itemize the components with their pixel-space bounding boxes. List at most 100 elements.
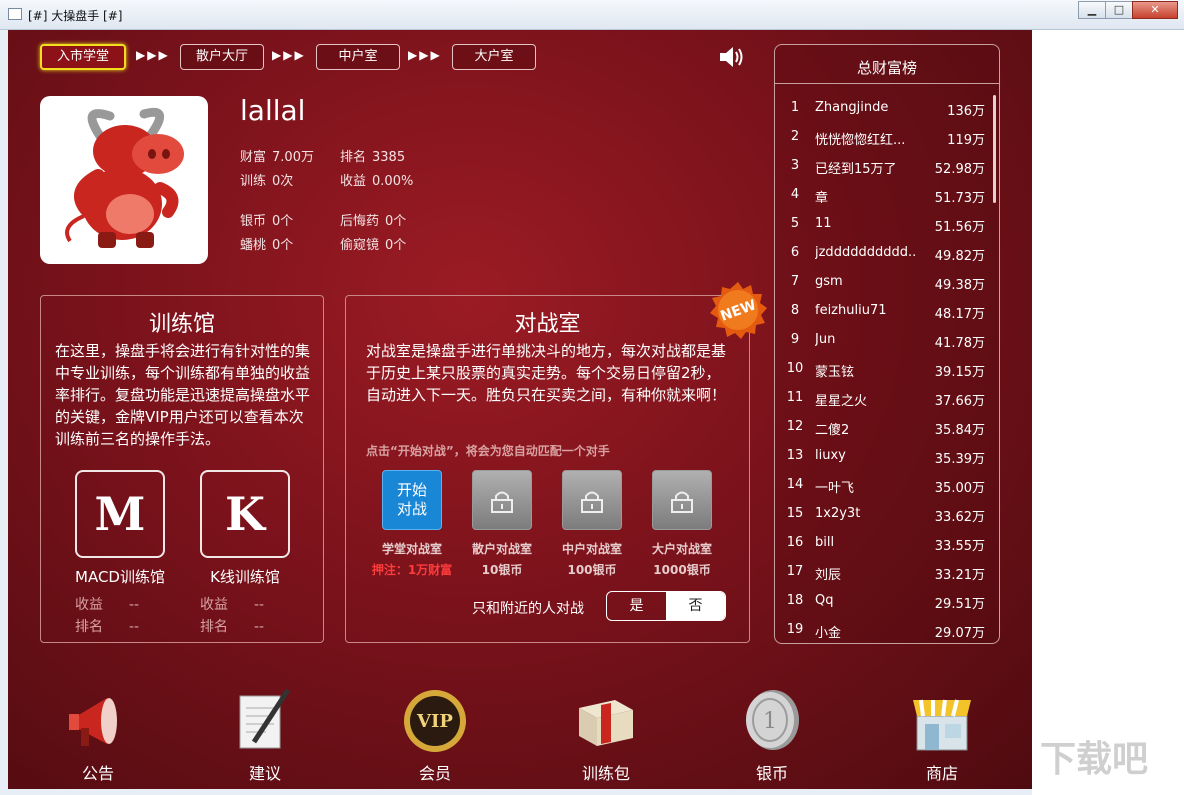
nav-arrow-2: ▶▶▶ bbox=[272, 48, 306, 62]
leaderboard-row[interactable]: 12 二傻2 35.84万 bbox=[775, 414, 991, 443]
leaderboard-player-name: 蒙玉铉 bbox=[815, 365, 855, 380]
window-title: [#] 大操盘手 [#] bbox=[28, 9, 123, 23]
leaderboard-row[interactable]: 5 11 51.56万 bbox=[775, 211, 991, 240]
mid-battle-locked[interactable] bbox=[562, 470, 622, 530]
vip-icon[interactable]: VIP bbox=[400, 686, 470, 756]
stat-peek-mirror: 偷窥镜 0个 bbox=[340, 238, 407, 253]
leaderboard-rank: 9 bbox=[790, 332, 800, 347]
leaderboard-row[interactable]: 1 Zhangjinde 136万 bbox=[775, 95, 991, 124]
retail-battle-locked[interactable] bbox=[472, 470, 532, 530]
macd-profit: 收益 -- bbox=[75, 597, 140, 613]
leaderboard-wealth: 35.00万 bbox=[934, 481, 985, 496]
leaderboard-row[interactable]: 8 feizhuliu71 48.17万 bbox=[775, 298, 991, 327]
megaphone-icon[interactable] bbox=[63, 686, 133, 756]
stat-rank: 排名 3385 bbox=[340, 150, 406, 165]
leaderboard-row[interactable]: 19 小金 29.07万 bbox=[775, 617, 991, 643]
start-battle-button[interactable]: 开始 对战 bbox=[382, 470, 442, 530]
nav-retail-hall-button[interactable]: 散户大厅 bbox=[180, 44, 264, 70]
leaderboard-rank: 19 bbox=[786, 622, 804, 637]
battle-hint: 点击“开始对战”，将会为您自动匹配一个对手 bbox=[366, 444, 610, 458]
suggestion-label[interactable]: 建议 bbox=[220, 760, 310, 784]
leaderboard-row[interactable]: 15 1x2y3t 33.62万 bbox=[775, 501, 991, 530]
toggle-no[interactable]: 否 bbox=[666, 592, 725, 620]
stat-regret-pill: 后悔药 0个 bbox=[340, 214, 407, 229]
window-frame-left bbox=[0, 30, 8, 795]
nav-school-button[interactable]: 入市学堂 bbox=[40, 44, 126, 70]
toggle-yes[interactable]: 是 bbox=[607, 592, 666, 620]
nearby-battle-toggle[interactable]: 是 否 bbox=[606, 591, 726, 621]
maximize-button[interactable]: □ bbox=[1105, 1, 1133, 19]
leaderboard-row[interactable]: 11 星星之火 37.66万 bbox=[775, 385, 991, 414]
shop-icon[interactable] bbox=[907, 686, 977, 756]
training-description: 在这里，操盘手将会进行有针对性的集中专业训练，每个训练都有单独的收益率排行。复盘… bbox=[55, 342, 311, 448]
leaderboard-rank: 8 bbox=[790, 303, 800, 318]
speaker-icon[interactable] bbox=[718, 44, 746, 70]
leaderboard-wealth: 29.07万 bbox=[934, 626, 985, 641]
nav-mid-room-button[interactable]: 中户室 bbox=[316, 44, 400, 70]
training-pack-label[interactable]: 训练包 bbox=[561, 760, 651, 784]
leaderboard-row[interactable]: 4 章 51.73万 bbox=[775, 182, 991, 211]
silver-coin-icon[interactable]: 1 bbox=[737, 686, 807, 756]
close-button[interactable]: ✕ bbox=[1132, 1, 1178, 19]
nav-big-room-button[interactable]: 大户室 bbox=[452, 44, 536, 70]
training-title: 训练馆 bbox=[148, 312, 215, 337]
leaderboard-wealth: 49.38万 bbox=[934, 278, 985, 293]
leaderboard-player-name: Qq bbox=[815, 593, 834, 608]
lock-icon bbox=[491, 491, 513, 513]
vip-text: VIP bbox=[416, 711, 453, 732]
leaderboard-player-name: gsm bbox=[815, 274, 843, 289]
leaderboard-rank: 1 bbox=[790, 100, 800, 115]
leaderboard-wealth: 37.66万 bbox=[934, 394, 985, 409]
training-panel: 训练馆 在这里，操盘手将会进行有针对性的集中专业训练，每个训练都有单独的收益率排… bbox=[40, 295, 324, 643]
leaderboard-player-name: 二傻2 bbox=[815, 423, 850, 438]
leaderboard-wealth: 136万 bbox=[947, 104, 985, 119]
leaderboard-rank: 4 bbox=[790, 187, 800, 202]
leaderboard-row[interactable]: 6 jzdddddddddd... 49.82万 bbox=[775, 240, 991, 269]
app-icon bbox=[8, 8, 22, 20]
leaderboard-row[interactable]: 18 Qq 29.51万 bbox=[775, 588, 991, 617]
leaderboard-row[interactable]: 10 蒙玉铉 39.15万 bbox=[775, 356, 991, 385]
macd-training-label: MACD训练馆 bbox=[75, 568, 165, 586]
leaderboard-row[interactable]: 17 刘辰 33.21万 bbox=[775, 559, 991, 588]
stat-peach: 蟠桃 0个 bbox=[240, 238, 294, 253]
leaderboard-row[interactable]: 7 gsm 49.38万 bbox=[775, 269, 991, 298]
stat-profit: 收益 0.00% bbox=[340, 174, 414, 189]
kline-training-button[interactable]: K bbox=[200, 470, 290, 558]
leaderboard-player-name: liuxy bbox=[815, 448, 846, 463]
empty-area: 下载吧 bbox=[1032, 30, 1184, 795]
leaderboard-player-name: 小金 bbox=[815, 626, 842, 641]
leaderboard-row[interactable]: 13 liuxy 35.39万 bbox=[775, 443, 991, 472]
leaderboard-rank: 12 bbox=[786, 419, 804, 434]
leaderboard-row[interactable]: 14 一叶飞 35.00万 bbox=[775, 472, 991, 501]
kline-training-label: K线训练馆 bbox=[210, 568, 280, 586]
window-titlebar: [#] 大操盘手 [#] ▁ □ ✕ bbox=[0, 0, 1184, 30]
leaderboard-scrollbar[interactable] bbox=[993, 95, 996, 203]
leaderboard-title: 总财富榜 bbox=[856, 59, 917, 77]
big-battle-locked[interactable] bbox=[652, 470, 712, 530]
leaderboard-wealth: 51.56万 bbox=[934, 220, 985, 235]
leaderboard-row[interactable]: 3 已经到15万了 52.98万 bbox=[775, 153, 991, 182]
note-pen-icon[interactable] bbox=[230, 686, 300, 756]
silver-coin-label[interactable]: 银币 bbox=[727, 760, 817, 784]
watermark-text: 下载吧 bbox=[1040, 739, 1149, 780]
leaderboard-row[interactable]: 9 Jun 41.78万 bbox=[775, 327, 991, 356]
announcement-label[interactable]: 公告 bbox=[53, 760, 143, 784]
shop-label[interactable]: 商店 bbox=[897, 760, 987, 784]
member-label[interactable]: 会员 bbox=[390, 760, 480, 784]
leaderboard-player-name: 刘辰 bbox=[815, 568, 842, 583]
leaderboard-rank: 7 bbox=[790, 274, 800, 289]
gift-box-icon[interactable] bbox=[571, 686, 641, 756]
leaderboard-wealth: 49.82万 bbox=[934, 249, 985, 264]
leaderboard-rank: 14 bbox=[786, 477, 804, 492]
leaderboard-wealth: 35.39万 bbox=[934, 452, 985, 467]
leaderboard-rank: 6 bbox=[790, 245, 800, 260]
leaderboard-row[interactable]: 2 恍恍惚惚红红... 119万 bbox=[775, 124, 991, 153]
macd-training-button[interactable]: M bbox=[75, 470, 165, 558]
kline-rank: 排名 -- bbox=[200, 619, 265, 635]
minimize-button[interactable]: ▁ bbox=[1078, 1, 1106, 19]
nearby-battle-label: 只和附近的人对战 bbox=[472, 601, 584, 617]
leaderboard-wealth: 33.55万 bbox=[934, 539, 985, 554]
stat-training: 训练 0次 bbox=[240, 174, 294, 189]
leaderboard-row[interactable]: 16 bill 33.55万 bbox=[775, 530, 991, 559]
avatar[interactable] bbox=[40, 96, 208, 264]
